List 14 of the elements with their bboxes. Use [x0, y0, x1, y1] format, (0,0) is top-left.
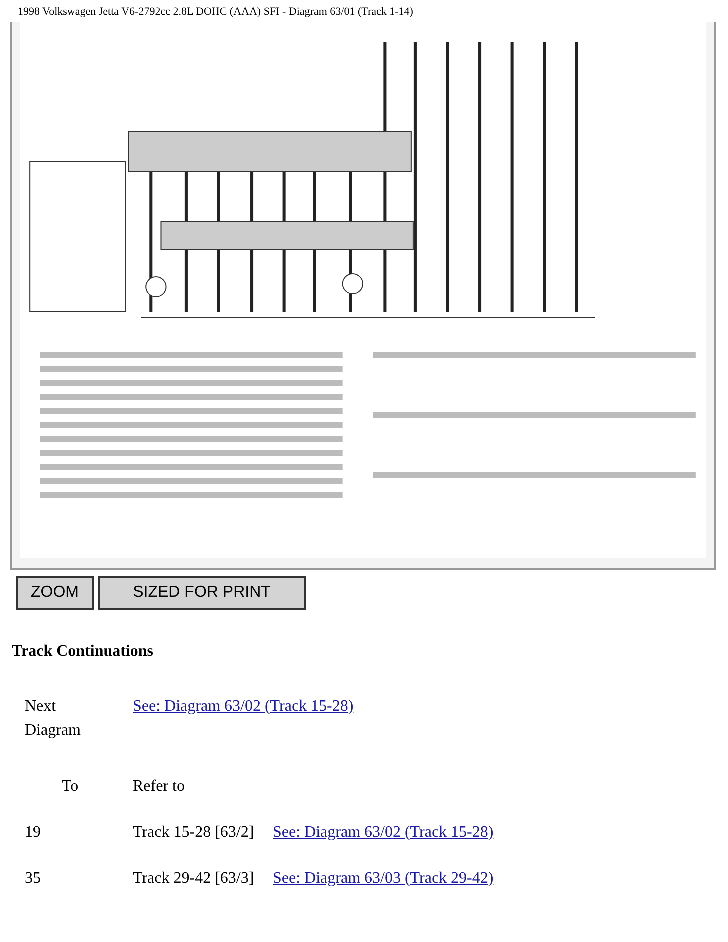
track-range: Track 29-42 [63/3] [133, 869, 256, 889]
section-heading: Track Continuations [12, 642, 155, 662]
next-label: Next Diagram [25, 697, 82, 741]
diagram-link[interactable]: See: Diagram 63/03 (Track 29-42) [273, 870, 494, 887]
track-range: Track 15-28 [63/2] [133, 823, 256, 843]
diagram-link[interactable]: See: Diagram 63/02 (Track 15-28) [273, 824, 494, 841]
zoom-button[interactable]: ZOOM [16, 576, 94, 610]
page-title: 1998 Volkswagen Jetta V6-2792cc 2.8L DOHC (AAA) SFI - Diagram 63/01 (Track 1-14) [17, 5, 414, 20]
track-number: 19 [25, 824, 41, 841]
column-header: To [62, 778, 79, 795]
column-header: Refer to [133, 778, 185, 795]
print-size-button[interactable]: SIZED FOR PRINT [98, 576, 306, 610]
track-number: 35 [25, 870, 41, 887]
diagram-link[interactable]: See: Diagram 63/02 (Track 15-28) [133, 698, 354, 715]
